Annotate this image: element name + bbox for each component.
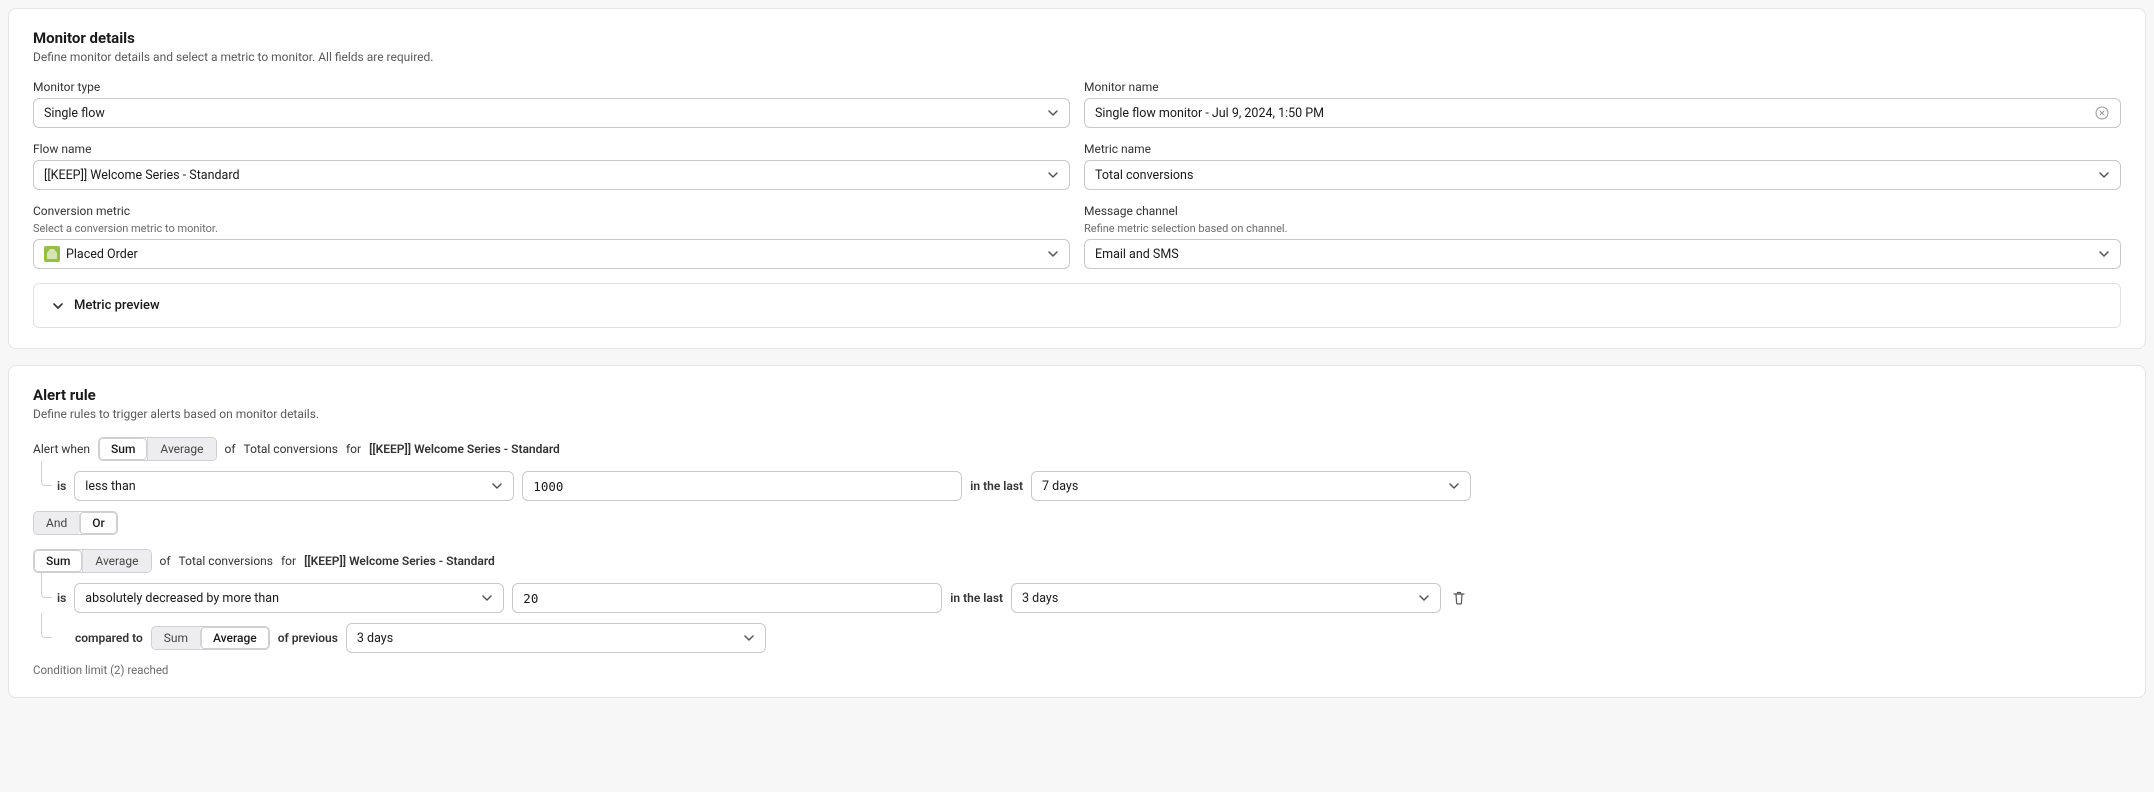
condition2-compare-row: compared to Sum Average of previous 3 da…	[33, 623, 2121, 653]
period-select-1[interactable]: 7 days	[1031, 471, 1471, 501]
monitor-name-value: Single flow monitor - Jul 9, 2024, 1:50 …	[1095, 106, 1324, 121]
message-channel-select[interactable]: Email and SMS	[1084, 239, 2121, 269]
metric-name-value: Total conversions	[1095, 168, 1193, 183]
boolean-group: And Or	[33, 511, 2121, 535]
of-previous-label: of previous	[278, 631, 338, 645]
compare-aggregation-toggle: Sum Average	[151, 626, 270, 650]
compared-to-label: compared to	[75, 631, 143, 645]
message-channel-value: Email and SMS	[1095, 247, 1179, 262]
message-channel-sub: Refine metric selection based on channel…	[1084, 222, 2121, 235]
aggregation-toggle-2: Sum Average	[33, 549, 152, 573]
metric-name-label: Metric name	[1084, 142, 2121, 156]
chevron-down-icon	[1418, 592, 1430, 604]
alert-when-label: Alert when	[33, 442, 90, 456]
delete-icon[interactable]	[1449, 588, 1469, 608]
of-label: of	[225, 442, 236, 456]
condition1-rule: is less than 1000 in the last 7 days	[33, 471, 2121, 501]
average-button-2[interactable]: Average	[82, 550, 150, 572]
conversion-metric-select[interactable]: Placed Order	[33, 239, 1070, 269]
condition2-header: Sum Average of Total conversions for [[K…	[33, 549, 2121, 573]
metric-preview-toggle[interactable]: Metric preview	[33, 283, 2121, 328]
shopify-icon	[44, 246, 60, 262]
chevron-down-icon	[491, 480, 503, 492]
alert-rule-card: Alert rule Define rules to trigger alert…	[8, 365, 2146, 698]
flow-name-label: Flow name	[33, 142, 1070, 156]
chevron-down-icon	[52, 300, 64, 312]
chevron-down-icon	[2098, 169, 2110, 181]
operator-value-2: absolutely decreased by more than	[85, 591, 279, 606]
average-button[interactable]: Average	[147, 438, 215, 460]
and-button[interactable]: And	[34, 512, 79, 534]
flow-text-2: [[KEEP]] Welcome Series - Standard	[304, 554, 495, 568]
monitor-details-title: Monitor details	[33, 29, 2121, 47]
monitor-details-desc: Define monitor details and select a metr…	[33, 50, 2121, 64]
operator-select-2[interactable]: absolutely decreased by more than	[74, 583, 504, 613]
monitor-type-label: Monitor type	[33, 80, 1070, 94]
is-label: is	[57, 479, 66, 493]
conversion-metric-sub: Select a conversion metric to monitor.	[33, 222, 1070, 235]
condition2-rule: is absolutely decreased by more than 20 …	[33, 583, 2121, 613]
chevron-down-icon	[1448, 480, 1460, 492]
compare-average-button[interactable]: Average	[200, 627, 269, 649]
boolean-toggle: And Or	[33, 511, 118, 535]
or-button[interactable]: Or	[79, 512, 117, 534]
monitor-type-select[interactable]: Single flow	[33, 98, 1070, 128]
value-1: 1000	[533, 479, 563, 494]
condition1-header: Alert when Sum Average of Total conversi…	[33, 437, 2121, 461]
chevron-down-icon	[1047, 169, 1059, 181]
period-value-1: 7 days	[1042, 479, 1078, 494]
metric-preview-title: Metric preview	[74, 298, 160, 313]
chevron-down-icon	[743, 632, 755, 644]
alert-rule-desc: Define rules to trigger alerts based on …	[33, 407, 2121, 421]
for-label-2: for	[281, 554, 296, 568]
in-the-last-label-2: in the last	[950, 591, 1003, 605]
monitor-type-value: Single flow	[44, 106, 105, 121]
metric-name-select[interactable]: Total conversions	[1084, 160, 2121, 190]
compare-sum-button[interactable]: Sum	[152, 627, 200, 649]
conversion-metric-value: Placed Order	[66, 247, 138, 262]
metric-text: Total conversions	[244, 442, 338, 456]
operator-value-1: less than	[85, 479, 135, 494]
clear-icon[interactable]	[2094, 105, 2110, 121]
monitor-name-label: Monitor name	[1084, 80, 2121, 94]
operator-select-1[interactable]: less than	[74, 471, 514, 501]
flow-name-select[interactable]: [[KEEP]] Welcome Series - Standard	[33, 160, 1070, 190]
period-select-2[interactable]: 3 days	[1011, 583, 1441, 613]
of-label-2: of	[160, 554, 171, 568]
for-label: for	[346, 442, 361, 456]
condition-limit-text: Condition limit (2) reached	[33, 663, 2121, 677]
conversion-metric-label: Conversion metric	[33, 204, 1070, 218]
flow-text: [[KEEP]] Welcome Series - Standard	[369, 442, 560, 456]
is-label-2: is	[57, 591, 66, 605]
sum-button-2[interactable]: Sum	[34, 550, 82, 572]
alert-rule-title: Alert rule	[33, 386, 2121, 404]
value-2: 20	[523, 591, 538, 606]
flow-name-value: [[KEEP]] Welcome Series - Standard	[44, 168, 240, 183]
chevron-down-icon	[481, 592, 493, 604]
aggregation-toggle-1: Sum Average	[98, 437, 217, 461]
value-input-1[interactable]: 1000	[522, 471, 962, 501]
in-the-last-label: in the last	[970, 479, 1023, 493]
chevron-down-icon	[2098, 248, 2110, 260]
previous-period-value: 3 days	[357, 631, 393, 646]
monitor-name-input[interactable]: Single flow monitor - Jul 9, 2024, 1:50 …	[1084, 98, 2121, 128]
previous-period-select[interactable]: 3 days	[346, 623, 766, 653]
chevron-down-icon	[1047, 107, 1059, 119]
message-channel-label: Message channel	[1084, 204, 2121, 218]
monitor-details-card: Monitor details Define monitor details a…	[8, 8, 2146, 349]
value-input-2[interactable]: 20	[512, 583, 942, 613]
metric-text-2: Total conversions	[179, 554, 273, 568]
sum-button[interactable]: Sum	[99, 438, 147, 460]
period-value-2: 3 days	[1022, 591, 1058, 606]
chevron-down-icon	[1047, 248, 1059, 260]
